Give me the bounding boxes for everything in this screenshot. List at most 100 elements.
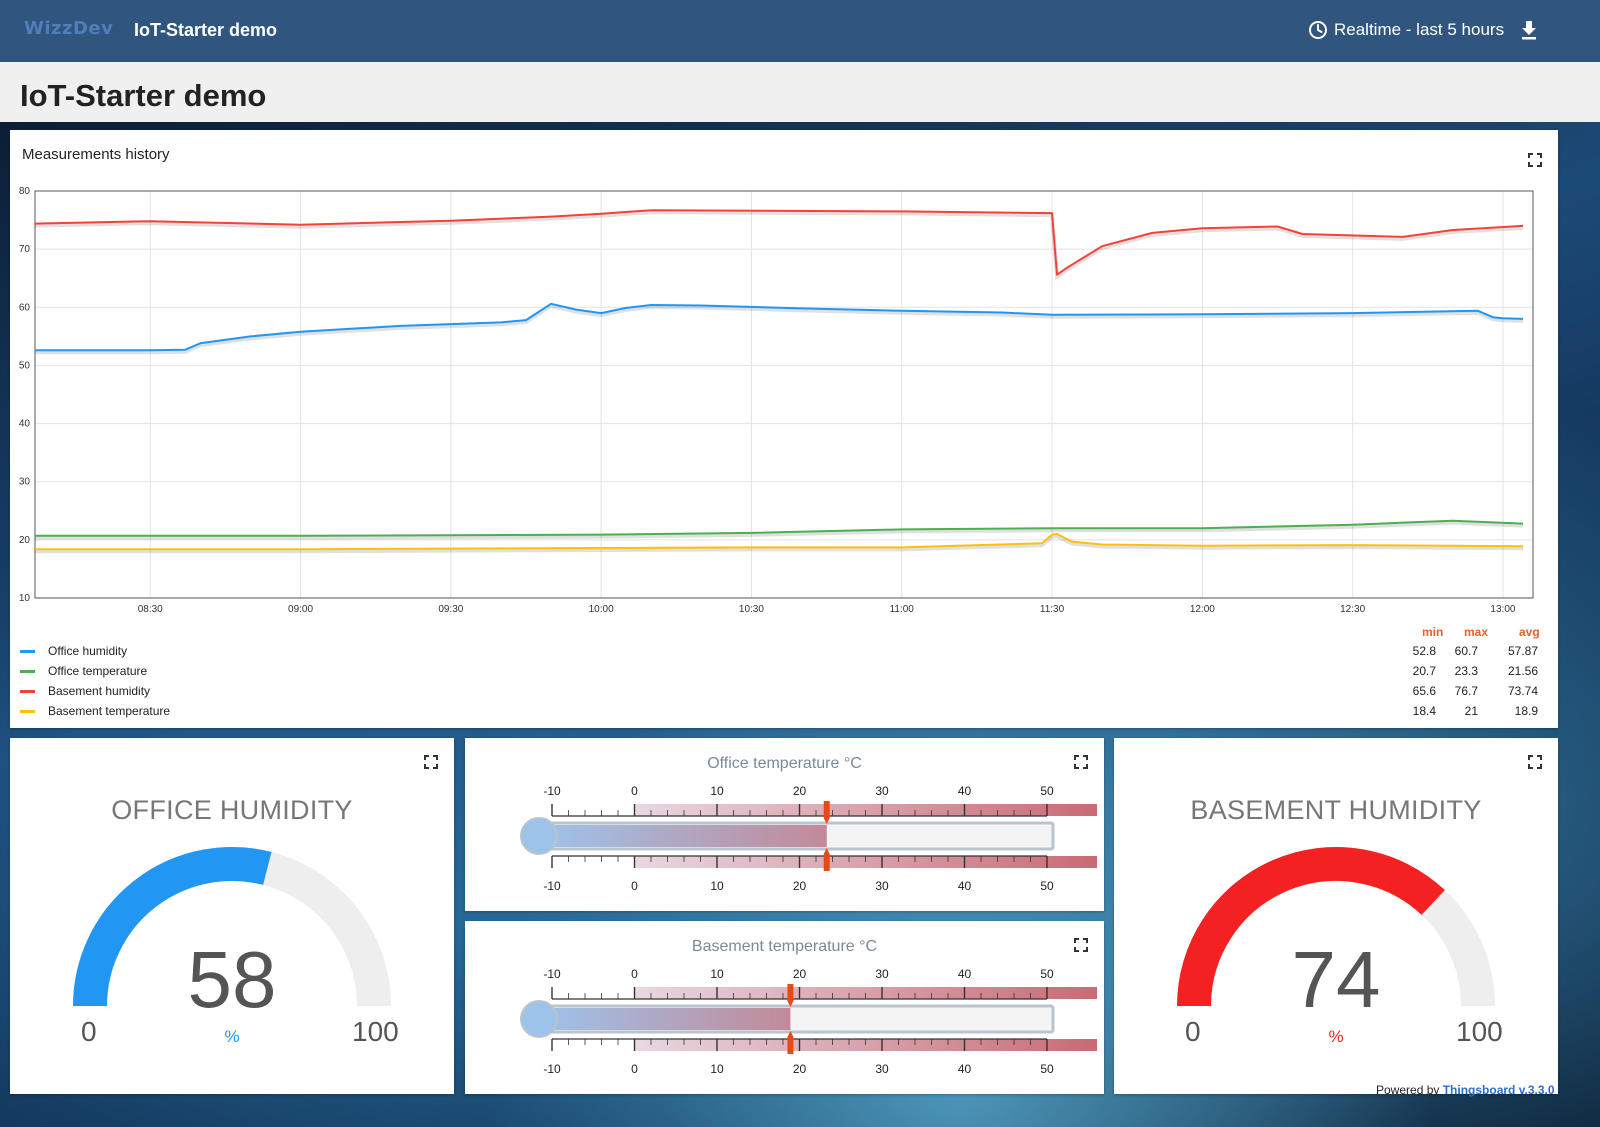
scale-tick-label: 50 [1040,1062,1054,1076]
legend-item[interactable]: Office humidity [20,644,127,658]
legend-label: Basement humidity [48,684,151,698]
legend-item[interactable]: Office temperature [20,664,147,678]
legend-swatch [20,649,35,653]
legend-avg-value: 21.56 [1507,664,1538,678]
series-line[interactable] [34,209,1524,276]
basement-humidity-gauge-widget: BASEMENT HUMIDITY 74 0 100 % [1114,738,1558,1094]
x-tick-label: 10:30 [739,604,764,615]
legend-label: Office temperature [48,664,148,678]
scale-tick-label: -10 [543,1062,561,1076]
scale-tick-label: 20 [792,1062,807,1076]
scale-tick-label: 10 [710,879,724,893]
scale-tick-label: 40 [957,967,972,981]
scale-tick-label: 40 [957,879,972,893]
x-tick-label: 09:00 [288,604,313,615]
scale-tick-label: 30 [875,784,889,798]
legend-item[interactable]: Basement temperature [20,704,170,718]
scale-tick-label: 20 [792,879,807,893]
scale-tick-label: 40 [957,1062,972,1076]
legend-min-value: 18.4 [1412,704,1436,718]
legend-min-value: 20.7 [1412,664,1436,678]
fullscreen-icon[interactable] [1528,153,1542,167]
top-toolbar: WizzDev IoT-Starter demo Realtime - last… [0,0,1600,62]
x-tick-label: 09:30 [438,604,463,615]
scale-tick-label: 50 [1040,784,1054,798]
scale-tick-label: 10 [710,784,724,798]
x-tick-label: 12:00 [1190,604,1215,615]
scale-tick-label: 10 [710,967,724,981]
legend-min-value: 52.8 [1412,644,1436,658]
basement-temperature-widget: Basement temperature °C -10 0 10 20 30 40 50 -… [465,921,1104,1094]
dashboard-title: IoT-Starter demo [20,78,267,113]
y-tick-label: 60 [19,302,31,313]
legend-max-value: 23.3 [1454,664,1478,678]
thingsboard-link[interactable]: Thingsboard v.3.3.0 [1443,1083,1555,1097]
scale-tick-label: 20 [792,784,807,798]
scale-tick-label: -10 [543,967,561,981]
x-tick-label: 13:00 [1490,604,1515,615]
legend-avg-value: 57.87 [1507,644,1538,658]
office-temperature-linear-gauge [520,801,1097,871]
scale-tick-label: 40 [957,784,972,798]
thermometer-fill [541,825,827,847]
thermometer-bulb [520,817,558,855]
widget-title: Measurements history [22,146,170,163]
scale-tick-label: 30 [875,967,889,981]
scale-tick-label: 50 [1040,967,1054,981]
legend-avg-value: 18.9 [1514,704,1538,718]
measurements-history-widget: Measurements history 08:30 09:00 09:30 10:0… [10,130,1558,728]
history-line-chart[interactable]: 08:30 09:00 09:30 10:00 10:30 11:00 11:30 12:00… [10,180,1558,660]
scale-tick-label: -10 [543,784,561,798]
scale-tick-label: -10 [543,879,561,893]
legend-swatch [20,669,35,673]
value-needle-top [823,801,830,824]
app-title: IoT-Starter demo [134,20,278,40]
basement-temperature-linear-gauge [520,984,1097,1054]
x-tick-label: 08:30 [138,604,163,615]
value-needle-bottom [787,1031,794,1054]
scale-tick-label: 0 [631,879,638,893]
legend-header-max: max [1464,625,1489,639]
series-shadow [34,210,1524,281]
x-tick-label: 10:00 [589,604,614,615]
scale-tick-label: 0 [631,1062,638,1076]
download-icon [1522,21,1536,40]
x-tick-label: 11:00 [890,604,915,615]
y-tick-label: 70 [19,244,31,255]
y-tick-label: 80 [19,186,31,197]
scale-tick-label: 0 [631,784,638,798]
download-button[interactable] [1520,20,1538,45]
thermometer-bulb [520,1000,558,1038]
legend-header-min: min [1422,625,1444,639]
scale-tick-label: 10 [710,1062,724,1076]
y-tick-label: 10 [19,593,31,604]
legend-label: Office humidity [48,644,128,658]
legend-swatch [20,689,35,693]
office-temperature-widget: Office temperature °C -10 0 10 20 30 40 50 -10… [465,738,1104,911]
y-tick-label: 50 [19,360,31,371]
y-tick-label: 30 [19,477,31,488]
legend-item[interactable]: Basement humidity [20,684,150,698]
legend-label: Basement temperature [48,704,171,718]
scale-tick-label: 30 [875,879,889,893]
y-tick-label: 40 [19,419,31,430]
gauge-value: 58 [187,935,277,1024]
legend-swatch [20,709,35,713]
legend-min-value: 65.6 [1412,684,1436,698]
powered-by-footer: Powered by Thingsboard v.3.3.0 [1376,1083,1555,1097]
x-tick-label: 11:30 [1040,604,1065,615]
timewindow-button[interactable]: Realtime - last 5 hours [1308,20,1504,40]
value-needle-top [787,984,794,1007]
timewindow-label: Realtime - last 5 hours [1334,20,1505,39]
y-tick-label: 20 [19,535,31,546]
scale-tick-label: 0 [631,967,638,981]
scale-tick-label: 50 [1040,879,1054,893]
powered-by-text: Powered by [1376,1083,1440,1097]
gauge-unit: % [1328,1027,1344,1046]
scale-tick-label: 20 [792,967,807,981]
office-humidity-gauge-widget: OFFICE HUMIDITY 58 0 100 % [10,738,454,1094]
legend-avg-value: 73.74 [1507,684,1538,698]
wizzdev-logo[interactable]: WizzDev [24,18,113,39]
scale-tick-label: 30 [875,1062,889,1076]
gauge-unit: % [224,1027,240,1046]
